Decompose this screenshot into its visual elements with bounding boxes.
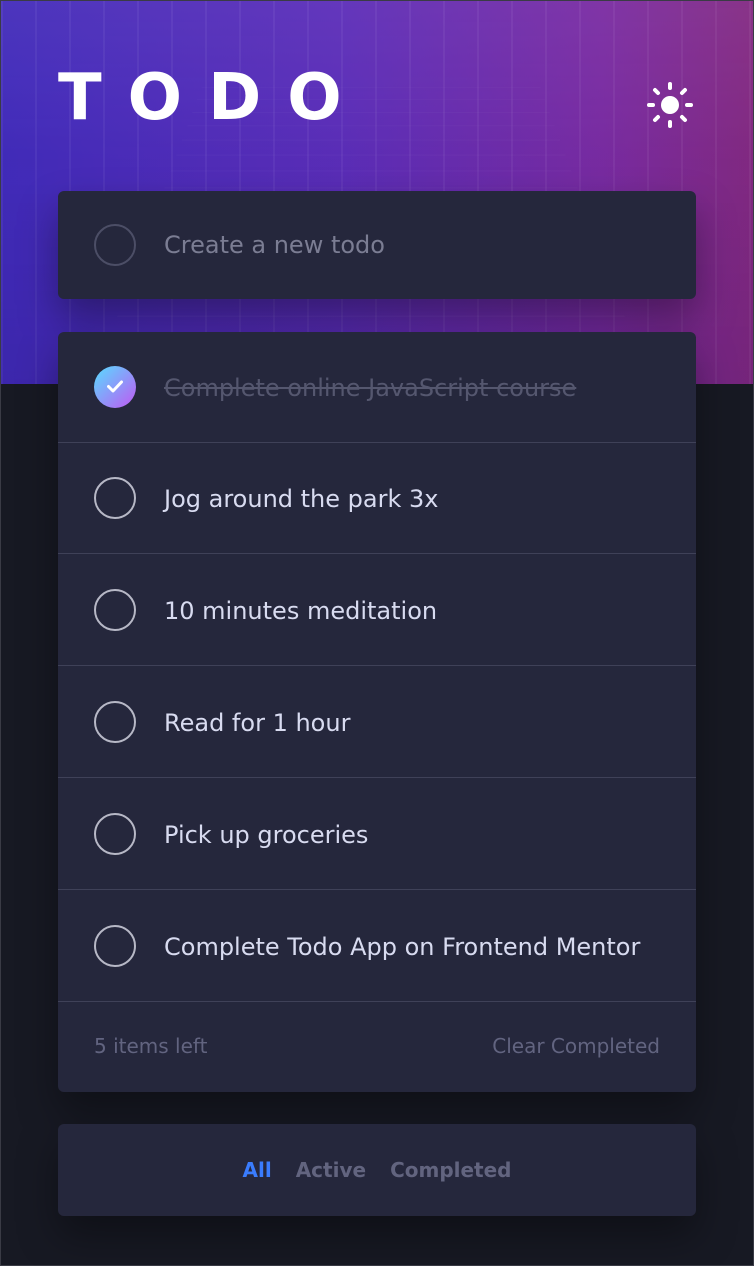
clear-completed-button[interactable]: Clear Completed bbox=[492, 1003, 660, 1089]
filter-bar: All Active Completed bbox=[58, 1124, 696, 1216]
todo-check-circle[interactable] bbox=[94, 366, 136, 408]
todo-text: Pick up groceries bbox=[164, 821, 369, 849]
new-todo-input[interactable] bbox=[164, 221, 664, 269]
todo-item[interactable]: 10 minutes meditation bbox=[58, 555, 696, 666]
todo-item[interactable]: Complete online JavaScript course bbox=[58, 332, 696, 443]
app-title: TODO bbox=[58, 61, 368, 135]
todo-text: 10 minutes meditation bbox=[164, 597, 438, 625]
todo-item[interactable]: Pick up groceries bbox=[58, 779, 696, 890]
todo-check-circle[interactable] bbox=[94, 589, 136, 631]
todo-text: Jog around the park 3x bbox=[164, 485, 439, 513]
filter-completed-button[interactable]: Completed bbox=[390, 1158, 511, 1182]
new-todo-check-circle[interactable] bbox=[94, 224, 136, 266]
list-footer: 5 items left Clear Completed bbox=[58, 1003, 696, 1092]
todo-check-circle[interactable] bbox=[94, 813, 136, 855]
filter-all-button[interactable]: All bbox=[243, 1158, 272, 1182]
todo-check-circle[interactable] bbox=[94, 477, 136, 519]
todo-text: Read for 1 hour bbox=[164, 709, 351, 737]
todo-item[interactable]: Jog around the park 3x bbox=[58, 443, 696, 554]
todo-list: Complete online JavaScript course Jog ar… bbox=[58, 332, 696, 1092]
items-left-count: 5 items left bbox=[94, 1034, 208, 1058]
todo-check-circle[interactable] bbox=[94, 701, 136, 743]
sun-icon bbox=[647, 82, 693, 128]
todo-text: Complete online JavaScript course bbox=[164, 374, 577, 402]
new-todo-card bbox=[58, 191, 696, 299]
todo-item[interactable]: Complete Todo App on Frontend Mentor bbox=[58, 891, 696, 1002]
todo-item[interactable]: Read for 1 hour bbox=[58, 667, 696, 778]
todo-check-circle[interactable] bbox=[94, 925, 136, 967]
theme-toggle-button[interactable] bbox=[642, 80, 698, 136]
todo-text: Complete Todo App on Frontend Mentor bbox=[164, 933, 641, 961]
filter-active-button[interactable]: Active bbox=[296, 1158, 366, 1182]
check-icon bbox=[107, 380, 123, 393]
